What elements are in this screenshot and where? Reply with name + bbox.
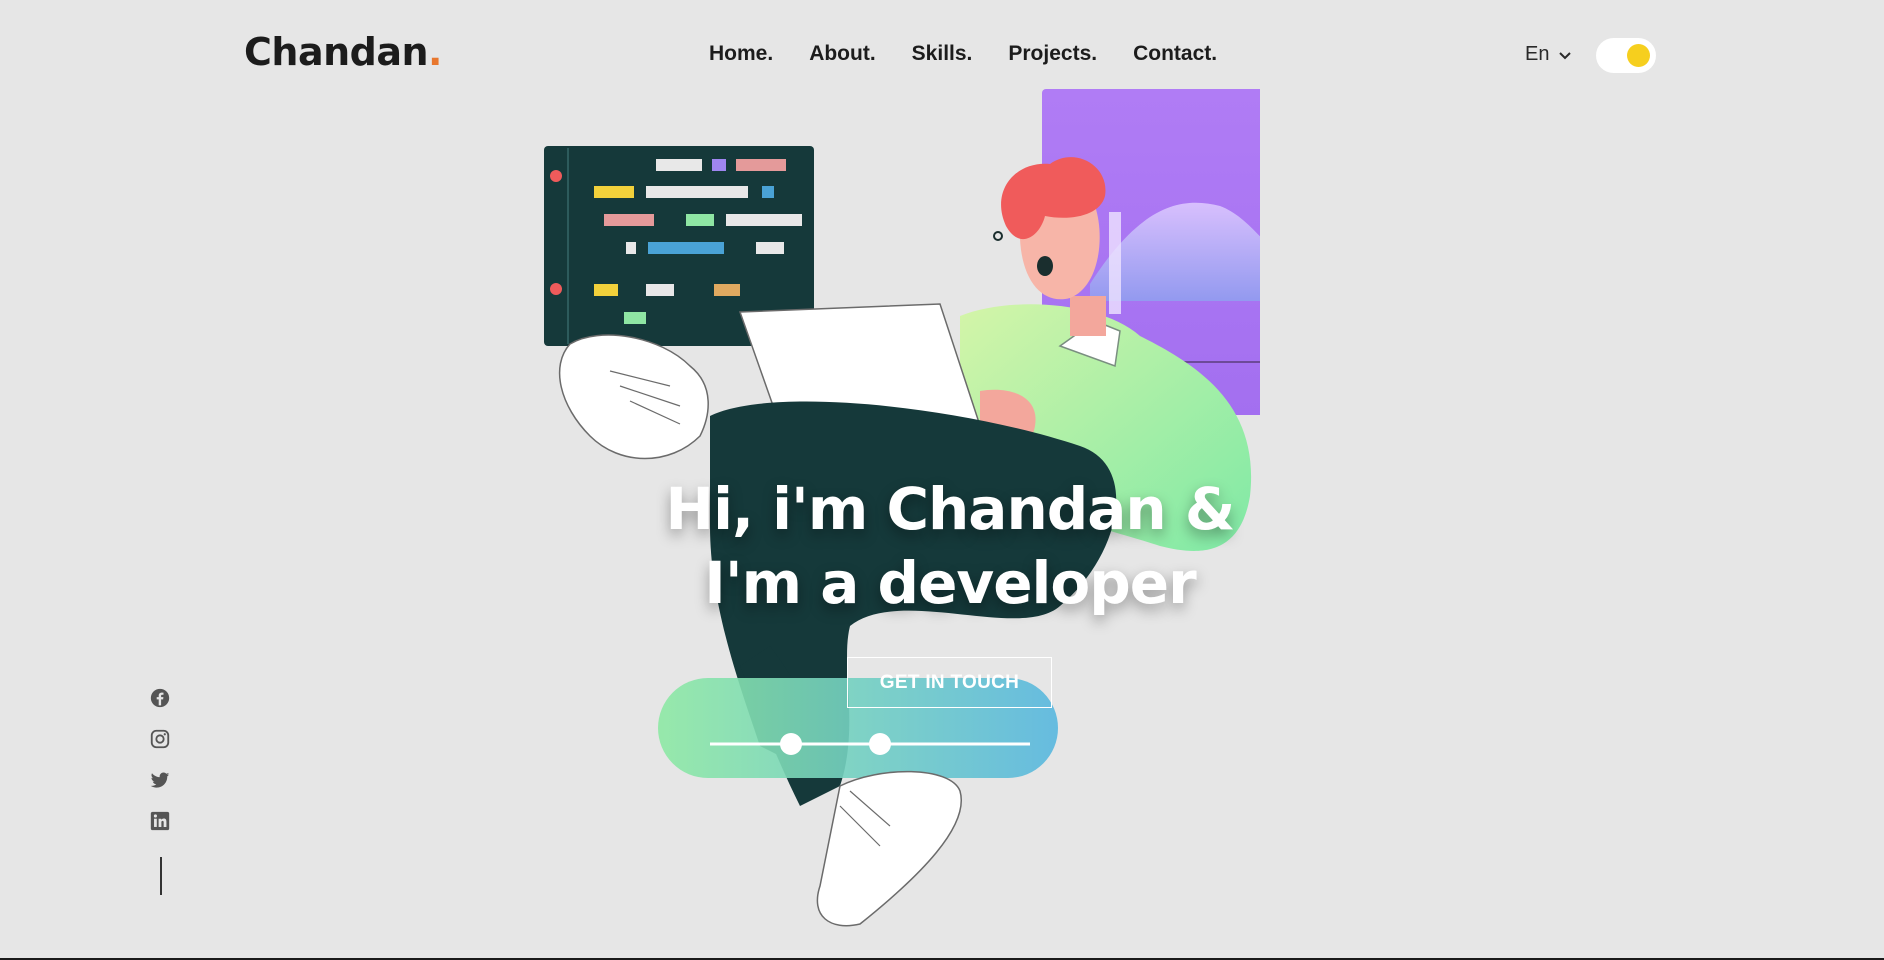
nav-contact[interactable]: Contact.	[1133, 42, 1217, 66]
nav-projects[interactable]: Projects.	[1008, 42, 1097, 66]
linkedin-icon	[150, 811, 170, 831]
theme-toggle[interactable]	[1596, 38, 1656, 73]
twitter-link[interactable]	[149, 769, 171, 789]
hero-title: Hi, i'm Chandan & I'm a developer	[560, 472, 1340, 620]
toggle-knob	[1627, 44, 1650, 67]
nav-skills[interactable]: Skills.	[912, 42, 973, 66]
linkedin-link[interactable]	[149, 810, 171, 831]
instagram-icon	[150, 729, 170, 749]
main-nav: Home. About. Skills. Projects. Contact.	[709, 42, 1217, 66]
language-select[interactable]: En	[1525, 43, 1572, 66]
twitter-icon	[150, 772, 170, 788]
nav-about[interactable]: About.	[809, 42, 875, 66]
social-links	[149, 687, 171, 831]
chevron-down-icon	[1559, 43, 1572, 66]
get-in-touch-button[interactable]: GET IN TOUCH	[847, 657, 1052, 708]
hero-title-line1: Hi, i'm Chandan &	[665, 475, 1236, 543]
language-value: En	[1525, 43, 1550, 65]
facebook-icon	[150, 688, 170, 708]
logo[interactable]: Chandan.	[244, 30, 442, 74]
logo-dot: .	[428, 30, 442, 74]
instagram-link[interactable]	[149, 728, 171, 749]
shoe-bottom-graphic	[816, 770, 962, 927]
logo-text: Chandan	[244, 30, 429, 74]
nav-home[interactable]: Home.	[709, 42, 773, 66]
shoe-top-graphic	[558, 334, 709, 460]
social-divider	[160, 857, 162, 895]
hero-title-line2: I'm a developer	[704, 549, 1196, 617]
facebook-link[interactable]	[149, 687, 171, 708]
